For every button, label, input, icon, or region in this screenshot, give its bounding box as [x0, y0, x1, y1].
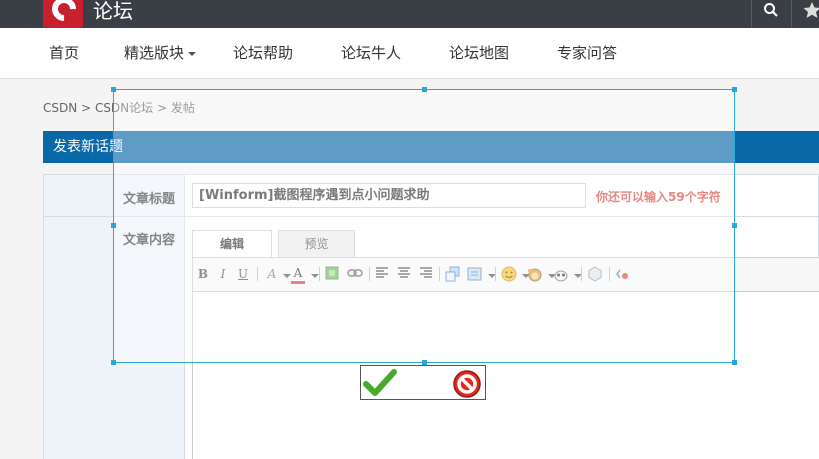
- resize-handle[interactable]: [111, 360, 116, 365]
- breadcrumb-separator: >: [81, 101, 92, 115]
- cancel-icon[interactable]: [451, 368, 483, 400]
- nav-item-featured[interactable]: 精选版块: [124, 28, 197, 79]
- nav-item-label: 精选版块: [124, 44, 185, 62]
- nav-item-experts[interactable]: 论坛牛人: [341, 28, 401, 79]
- site-name[interactable]: 论坛: [93, 0, 133, 22]
- resize-handle[interactable]: [111, 87, 116, 92]
- search-icon[interactable]: [756, 0, 786, 22]
- top-bar: 论坛: [0, 0, 819, 28]
- resize-handle[interactable]: [732, 360, 737, 365]
- resize-handle[interactable]: [732, 87, 737, 92]
- resize-handle[interactable]: [111, 223, 116, 228]
- screenshot-selection[interactable]: [111, 87, 737, 365]
- capture-action-box: [360, 365, 486, 400]
- chevron-down-icon: [188, 51, 197, 56]
- breadcrumb-item[interactable]: CSDN: [43, 101, 77, 115]
- top-divider: [791, 0, 792, 28]
- nav-item-home[interactable]: 首页: [49, 28, 79, 79]
- nav-item-qa[interactable]: 专家问答: [557, 28, 617, 79]
- checkmark-icon[interactable]: [363, 368, 397, 398]
- top-divider: [751, 0, 752, 28]
- resize-handle[interactable]: [732, 223, 737, 228]
- nav-item-map[interactable]: 论坛地图: [449, 28, 509, 79]
- nav-item-help[interactable]: 论坛帮助: [233, 28, 293, 79]
- csdn-logo-icon[interactable]: [43, 0, 83, 28]
- main-nav: 首页 精选版块 论坛帮助 论坛牛人 论坛地图 专家问答: [0, 28, 819, 79]
- resize-handle[interactable]: [422, 87, 427, 92]
- star-icon[interactable]: [797, 0, 819, 22]
